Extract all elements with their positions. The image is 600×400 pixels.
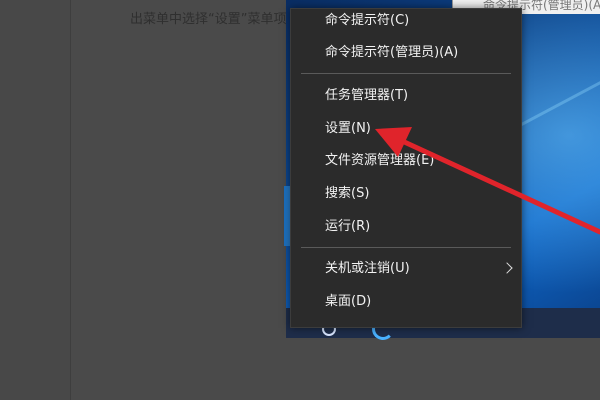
menu-item-shutdown[interactable]: 关机或注销(U) (291, 254, 521, 284)
menu-item-label: 关机或注销(U) (325, 261, 410, 276)
chevron-right-icon (501, 262, 513, 274)
menu-item-label: 命令提示符(管理员)(A) (325, 45, 459, 60)
menu-item-file-explorer[interactable]: 文件资源管理器(E) (291, 146, 521, 176)
menu-item-search[interactable]: 搜索(S) (291, 179, 521, 209)
menu-item-desktop[interactable]: 桌面(D) (291, 287, 521, 317)
menu-item-command-prompt-admin[interactable]: 命令提示符(管理员)(A) (291, 38, 521, 68)
menu-item-label: 搜索(S) (325, 186, 370, 201)
menu-item-run[interactable]: 运行(R) (291, 212, 521, 242)
menu-item-label: 桌面(D) (325, 294, 372, 309)
winx-context-menu: 命令提示符(C) 命令提示符(管理员)(A) 任务管理器(T) 设置(N) 文件… (290, 8, 522, 328)
menu-item-command-prompt[interactable]: 命令提示符(C) (291, 9, 521, 36)
menu-item-settings[interactable]: 设置(N) (291, 114, 521, 144)
menu-item-label: 运行(R) (325, 219, 371, 234)
menu-item-label: 设置(N) (325, 121, 371, 136)
instruction-text: 出菜单中选择“设置”菜单项 (130, 12, 287, 27)
menu-item-label: 命令提示符(C) (325, 13, 410, 28)
menu-item-label: 任务管理器(T) (325, 88, 409, 103)
menu-separator (301, 247, 511, 248)
menu-separator (301, 73, 511, 74)
menu-item-task-manager[interactable]: 任务管理器(T) (291, 81, 521, 111)
menu-item-label: 文件资源管理器(E) (325, 153, 435, 168)
left-panel (0, 0, 71, 400)
